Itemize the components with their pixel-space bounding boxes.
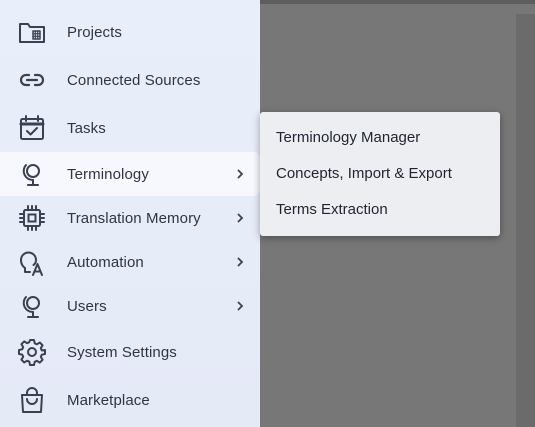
submenu-item-terminology-manager[interactable]: Terminology Manager [276, 129, 420, 146]
sidebar-item-terminology[interactable]: Terminology [0, 152, 260, 196]
chip-icon [18, 204, 46, 232]
sidebar-item-label: Automation [67, 253, 144, 271]
calendar-check-icon [18, 114, 46, 142]
sidebar-item-label: System Settings [67, 343, 177, 361]
content-panel [516, 14, 535, 427]
globe-stand-icon [18, 160, 46, 188]
shopping-bag-icon [18, 386, 46, 414]
sidebar-item-label: Users [67, 297, 107, 315]
chevron-right-icon [237, 301, 244, 311]
sidebar-item-label: Tasks [67, 119, 106, 137]
sidebar-item-users[interactable]: Users [0, 284, 260, 328]
link-icon [18, 66, 46, 94]
sidebar-item-label: Translation Memory [67, 209, 201, 227]
sidebar-nav: Projects Connected Sources Tasks Termino… [0, 0, 260, 427]
sidebar-item-marketplace[interactable]: Marketplace [0, 378, 260, 422]
submenu-item-terms-extraction[interactable]: Terms Extraction [276, 201, 388, 218]
globe-stand-icon [18, 292, 46, 320]
sidebar-item-projects[interactable]: Projects [0, 10, 260, 54]
sidebar-item-label: Connected Sources [67, 71, 201, 89]
sidebar-item-label: Projects [67, 23, 122, 41]
gear-icon [18, 338, 46, 366]
sidebar-item-label: Terminology [67, 165, 149, 183]
projects-icon [18, 18, 46, 46]
terminology-submenu: Terminology Manager Concepts, Import & E… [260, 112, 500, 236]
chevron-right-icon [237, 257, 244, 267]
submenu-item-concepts-import-export[interactable]: Concepts, Import & Export [276, 165, 452, 182]
sidebar-item-connected-sources[interactable]: Connected Sources [0, 58, 260, 102]
sidebar-item-translation-memory[interactable]: Translation Memory [0, 196, 260, 240]
sidebar-item-automation[interactable]: Automation [0, 240, 260, 284]
sidebar-item-system-settings[interactable]: System Settings [0, 330, 260, 374]
bulb-a-icon [18, 248, 46, 276]
chevron-right-icon [237, 213, 244, 223]
sidebar-item-tasks[interactable]: Tasks [0, 106, 260, 150]
chevron-right-icon [237, 169, 244, 179]
sidebar-item-label: Marketplace [67, 391, 150, 409]
